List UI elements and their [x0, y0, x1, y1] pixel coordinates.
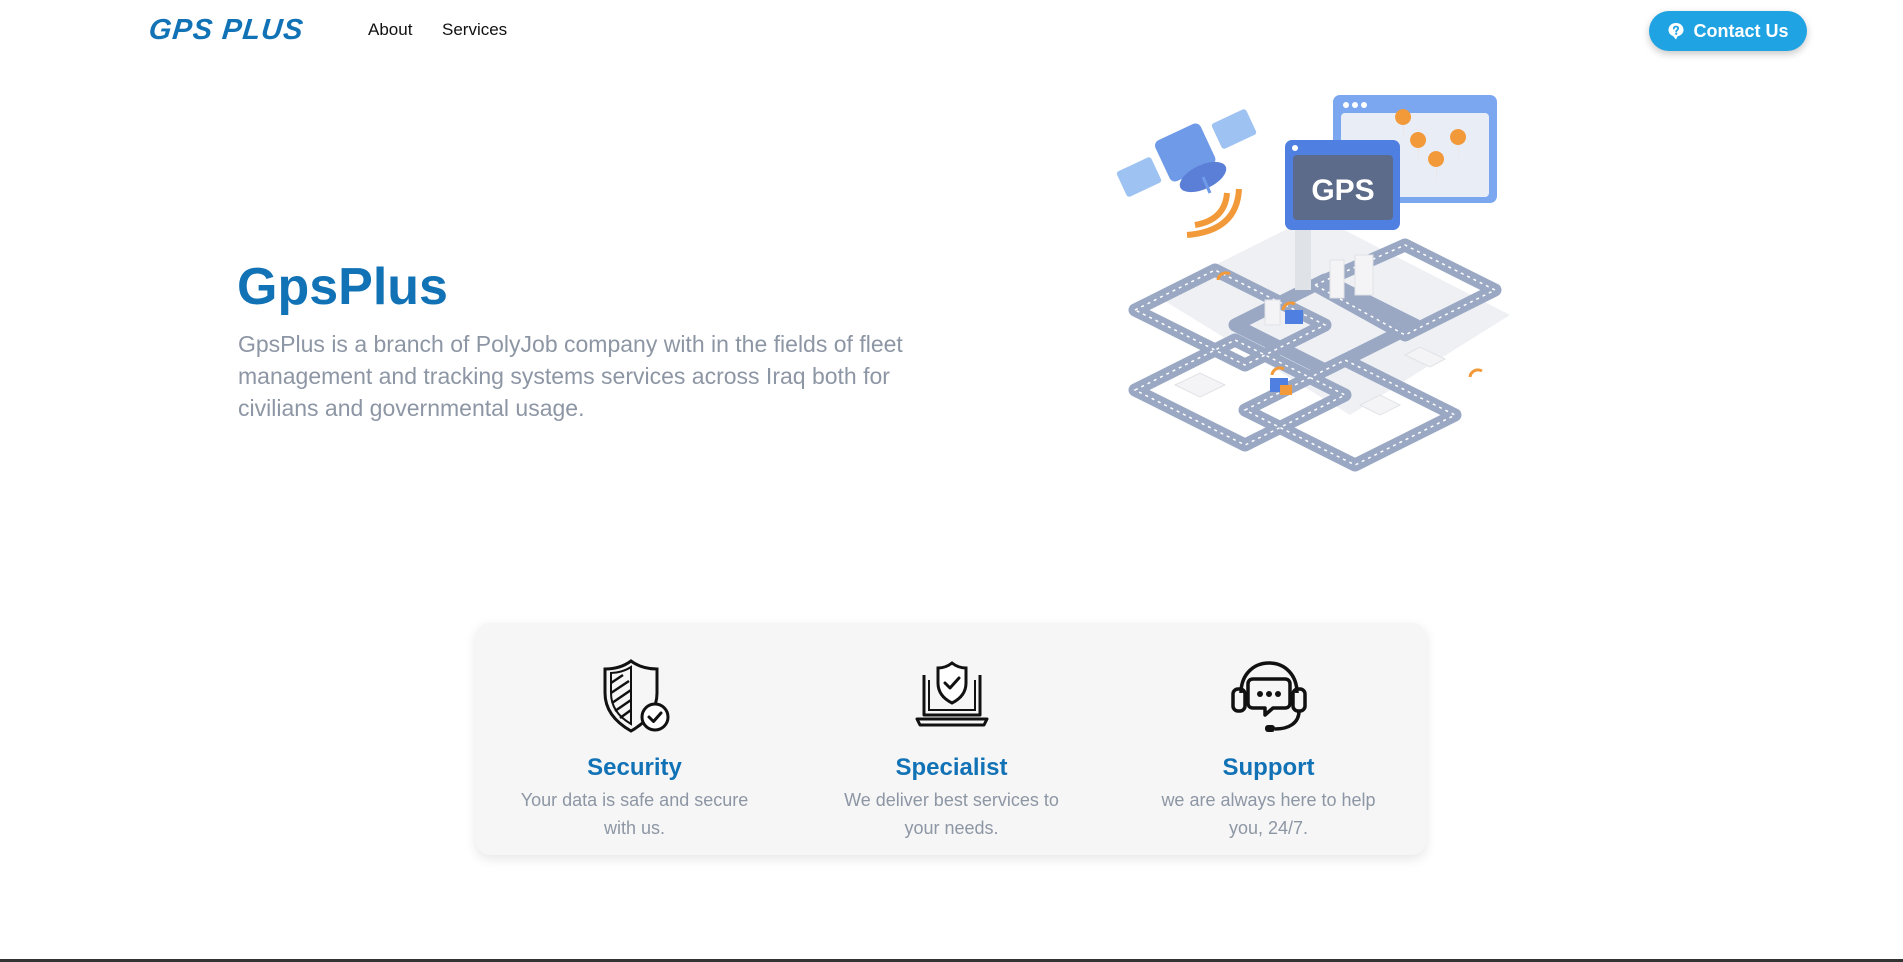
hero-title: GpsPlus	[237, 258, 448, 316]
feature-description: We deliver best services to your needs.	[844, 790, 1059, 838]
gps-illustration-label: GPS	[1311, 174, 1374, 207]
contact-us-label: Contact Us	[1693, 20, 1789, 41]
feature-description: we are always here to help you, 24/7.	[1161, 790, 1376, 838]
laptop-shield-icon	[915, 661, 988, 727]
feature-title: Specialist	[895, 754, 1008, 781]
contact-us-button[interactable]: Contact Us	[1649, 11, 1807, 51]
top-nav: GPS PLUS About Services Contact Us	[0, 0, 1903, 62]
feature-specialist: Specialist We deliver best services to y…	[793, 623, 1110, 855]
feature-security: Security Your data is safe and secure wi…	[476, 623, 793, 855]
question-bubble-icon	[1668, 23, 1684, 40]
page: GPS PLUS About Services Contact Us GpsPl…	[0, 0, 1903, 962]
brand-logo[interactable]: GPS PLUS	[147, 12, 305, 48]
nav-link-about[interactable]: About	[368, 20, 412, 40]
feature-support: Support we are always here to help you, …	[1110, 623, 1427, 855]
shield-check-icon	[603, 659, 669, 733]
feature-description: Your data is safe and secure with us.	[520, 790, 749, 838]
headset-chat-icon	[1230, 661, 1307, 732]
feature-title: Support	[1222, 754, 1315, 781]
features-card: Security Your data is safe and secure wi…	[476, 623, 1426, 855]
hero-description: GpsPlus is a branch of PolyJob company w…	[238, 331, 903, 421]
feature-title: Security	[587, 754, 682, 781]
gps-city-illustration: GPS	[1116, 95, 1510, 472]
nav-link-services[interactable]: Services	[442, 20, 507, 40]
